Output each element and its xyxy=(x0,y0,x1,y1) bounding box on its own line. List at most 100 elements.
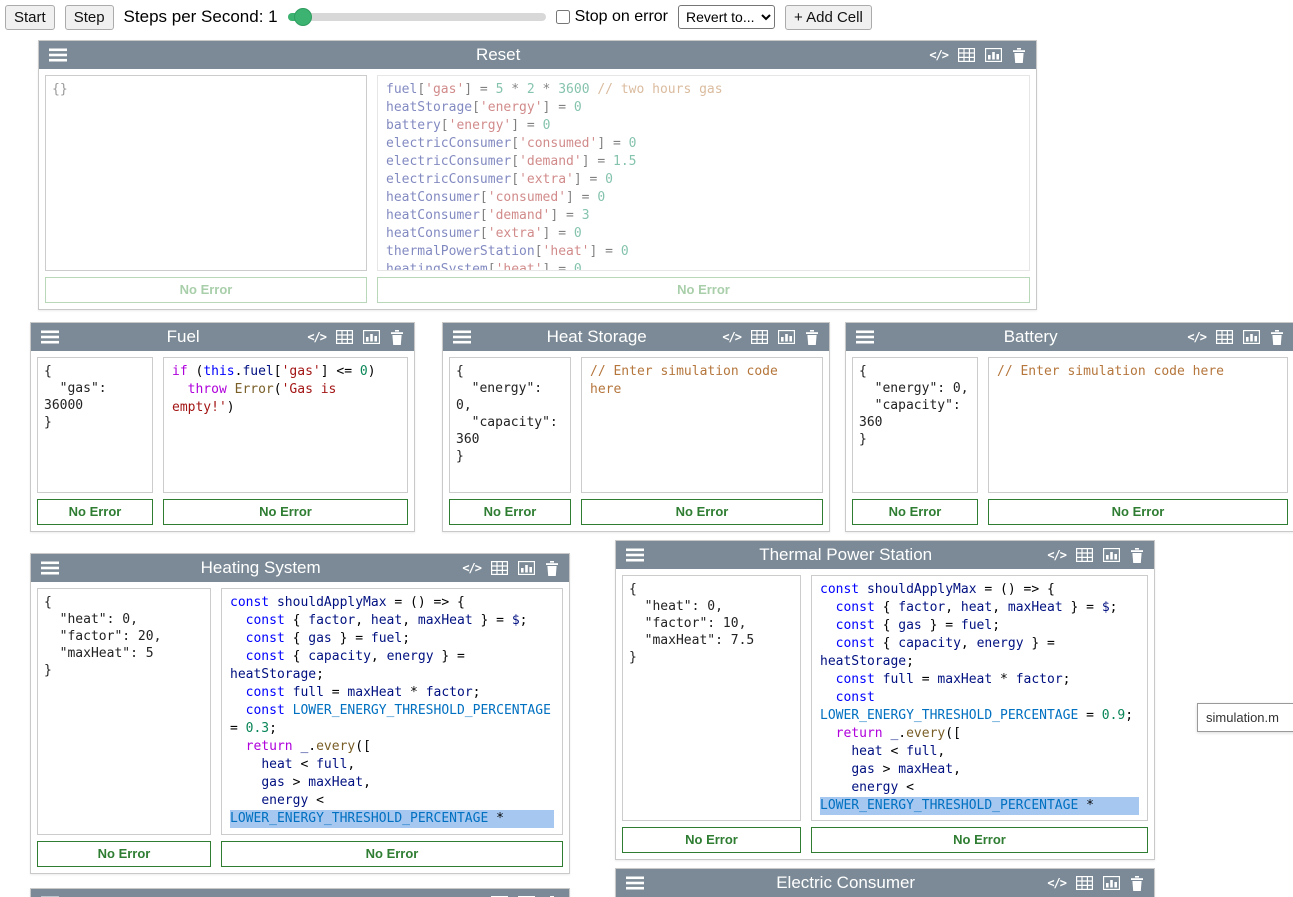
state-error-status: No Error xyxy=(45,277,367,303)
code-line: thermalPowerStation['heat'] = 0 xyxy=(386,243,1021,261)
toolbar: Start Step Steps per Second: 1 Stop on e… xyxy=(5,4,872,30)
code-line: const { factor, heat, maxHeat } = $; xyxy=(230,612,554,630)
chart-view-icon[interactable] xyxy=(1103,547,1120,563)
table-view-icon[interactable] xyxy=(1216,329,1233,345)
table-view-icon[interactable] xyxy=(1076,875,1093,891)
code-line: const { gas } = fuel; xyxy=(230,630,554,648)
code-line: return _.every([ xyxy=(230,738,554,756)
chart-view-icon[interactable] xyxy=(363,329,380,345)
cell-state-editor[interactable]: { "energy": 0, "capacity": 360 } xyxy=(852,357,978,493)
cell-code-editor[interactable]: fuel['gas'] = 5 * 2 * 3600 // two hours … xyxy=(377,75,1030,271)
code-line: heatConsumer['extra'] = 0 xyxy=(386,225,1021,243)
table-view-icon[interactable] xyxy=(958,47,975,63)
code-line: electricConsumer['consumed'] = 0 xyxy=(386,135,1021,153)
code-view-icon[interactable]: </> xyxy=(929,47,948,63)
drag-handle-icon[interactable] xyxy=(856,330,874,344)
simulation-cell: Thermal Power Station </> xyxy=(615,540,1155,860)
delete-cell-icon[interactable] xyxy=(1130,547,1144,563)
code-line: return _.every([ xyxy=(820,725,1139,743)
cell-code-editor[interactable]: // Enter simulation code here xyxy=(581,357,823,493)
cell-footer: No Error No Error xyxy=(39,277,1036,309)
code-line: // Enter simulation code here xyxy=(590,363,814,399)
cell-header: Thermal Power Station </> xyxy=(616,541,1154,569)
table-view-icon[interactable] xyxy=(751,329,768,345)
cell-state-editor[interactable]: { "gas": 36000 } xyxy=(37,357,153,493)
chart-view-icon[interactable] xyxy=(518,560,535,576)
delete-cell-icon[interactable] xyxy=(545,560,559,576)
cell-title: Heating System xyxy=(67,558,454,578)
code-line: heat < full, xyxy=(230,756,554,774)
table-view-icon[interactable] xyxy=(1076,547,1093,563)
code-view-icon[interactable]: </> xyxy=(1187,329,1206,345)
revert-select[interactable]: Revert to... xyxy=(678,5,775,29)
chart-view-icon[interactable] xyxy=(985,47,1002,63)
cell-header-icons: </> xyxy=(1047,547,1144,563)
step-button[interactable]: Step xyxy=(65,5,114,30)
code-line: electricConsumer['extra'] = 0 xyxy=(386,171,1021,189)
cell-body: { "heat": 0, "factor": 10, "maxHeat": 7.… xyxy=(616,569,1154,827)
start-button[interactable]: Start xyxy=(5,5,55,30)
chart-view-icon[interactable] xyxy=(1243,329,1260,345)
delete-cell-icon[interactable] xyxy=(390,329,404,345)
stop-on-error-checkbox[interactable] xyxy=(556,10,570,24)
table-view-icon[interactable] xyxy=(336,329,353,345)
state-error-status: No Error xyxy=(37,841,211,867)
chart-view-icon[interactable] xyxy=(778,329,795,345)
cell-code-editor[interactable]: // Enter simulation code here xyxy=(988,357,1288,493)
drag-handle-icon[interactable] xyxy=(626,876,644,890)
code-view-icon[interactable]: </> xyxy=(307,329,326,345)
code-view-icon[interactable]: </> xyxy=(462,560,481,576)
cell-header: </> xyxy=(31,889,569,897)
simulation-cell: Fuel </> xyxy=(30,322,415,532)
cell-state-editor[interactable]: { "heat": 0, "factor": 20, "maxHeat": 5 … xyxy=(37,588,211,835)
table-view-icon[interactable] xyxy=(491,560,508,576)
cell-code-editor[interactable]: const shouldApplyMax = () => { const { f… xyxy=(221,588,563,835)
cell-title: Heat Storage xyxy=(479,327,714,347)
simulation-cell: Reset </> xyxy=(38,40,1037,310)
cell-header-icons: </> xyxy=(929,47,1026,63)
code-line: const full = maxHeat * factor; xyxy=(230,684,554,702)
code-line: // Enter simulation code here xyxy=(997,363,1279,381)
cell-state-editor[interactable]: { "heat": 0, "factor": 10, "maxHeat": 7.… xyxy=(622,575,801,821)
cell-code-editor[interactable]: const shouldApplyMax = () => { const { f… xyxy=(811,575,1148,821)
code-line: throw Error('Gas is empty!') xyxy=(172,381,399,417)
code-view-icon[interactable]: </> xyxy=(1047,875,1066,891)
code-line: heatConsumer['consumed'] = 0 xyxy=(386,189,1021,207)
code-error-status: No Error xyxy=(221,841,563,867)
simulation-cell: Battery </> xyxy=(845,322,1293,532)
code-line: gas > maxHeat, xyxy=(820,761,1139,779)
cell-header-icons: </> xyxy=(722,329,819,345)
drag-handle-icon[interactable] xyxy=(49,48,67,62)
chart-view-icon[interactable] xyxy=(1103,875,1120,891)
stop-on-error-control: Stop on error xyxy=(556,8,668,26)
cell-code-editor[interactable]: if (this.fuel['gas'] <= 0) throw Error('… xyxy=(163,357,408,493)
code-line: const { capacity, energy } = heatStorage… xyxy=(230,648,554,684)
cell-state-editor[interactable]: {} xyxy=(45,75,367,271)
cell-header: Heating System </> xyxy=(31,554,569,582)
steps-per-second-value: 1 xyxy=(268,7,277,26)
speed-slider-knob[interactable] xyxy=(294,8,312,26)
drag-handle-icon[interactable] xyxy=(41,561,59,575)
cell-header-icons: </> xyxy=(307,329,404,345)
drag-handle-icon[interactable] xyxy=(626,548,644,562)
state-error-status: No Error xyxy=(37,499,153,525)
code-line: gas > maxHeat, xyxy=(230,774,554,792)
delete-cell-icon[interactable] xyxy=(805,329,819,345)
cell-state-editor[interactable]: { "energy": 0, "capacity": 360 } xyxy=(449,357,571,493)
cell-title: Electric Consumer xyxy=(652,873,1039,893)
drag-handle-icon[interactable] xyxy=(453,330,471,344)
code-view-icon[interactable]: </> xyxy=(722,329,741,345)
add-cell-button[interactable]: + Add Cell xyxy=(785,5,872,30)
code-line: const shouldApplyMax = () => { xyxy=(230,594,554,612)
code-error-status: No Error xyxy=(988,499,1288,525)
delete-cell-icon[interactable] xyxy=(1270,329,1284,345)
code-view-icon[interactable]: </> xyxy=(1047,547,1066,563)
code-line: heatingSystem['heat'] = 0 xyxy=(386,261,1021,271)
delete-cell-icon[interactable] xyxy=(1130,875,1144,891)
speed-slider[interactable] xyxy=(288,13,546,21)
delete-cell-icon[interactable] xyxy=(1012,47,1026,63)
state-error-status: No Error xyxy=(449,499,571,525)
state-error-status: No Error xyxy=(622,827,801,853)
code-error-status: No Error xyxy=(581,499,823,525)
drag-handle-icon[interactable] xyxy=(41,330,59,344)
